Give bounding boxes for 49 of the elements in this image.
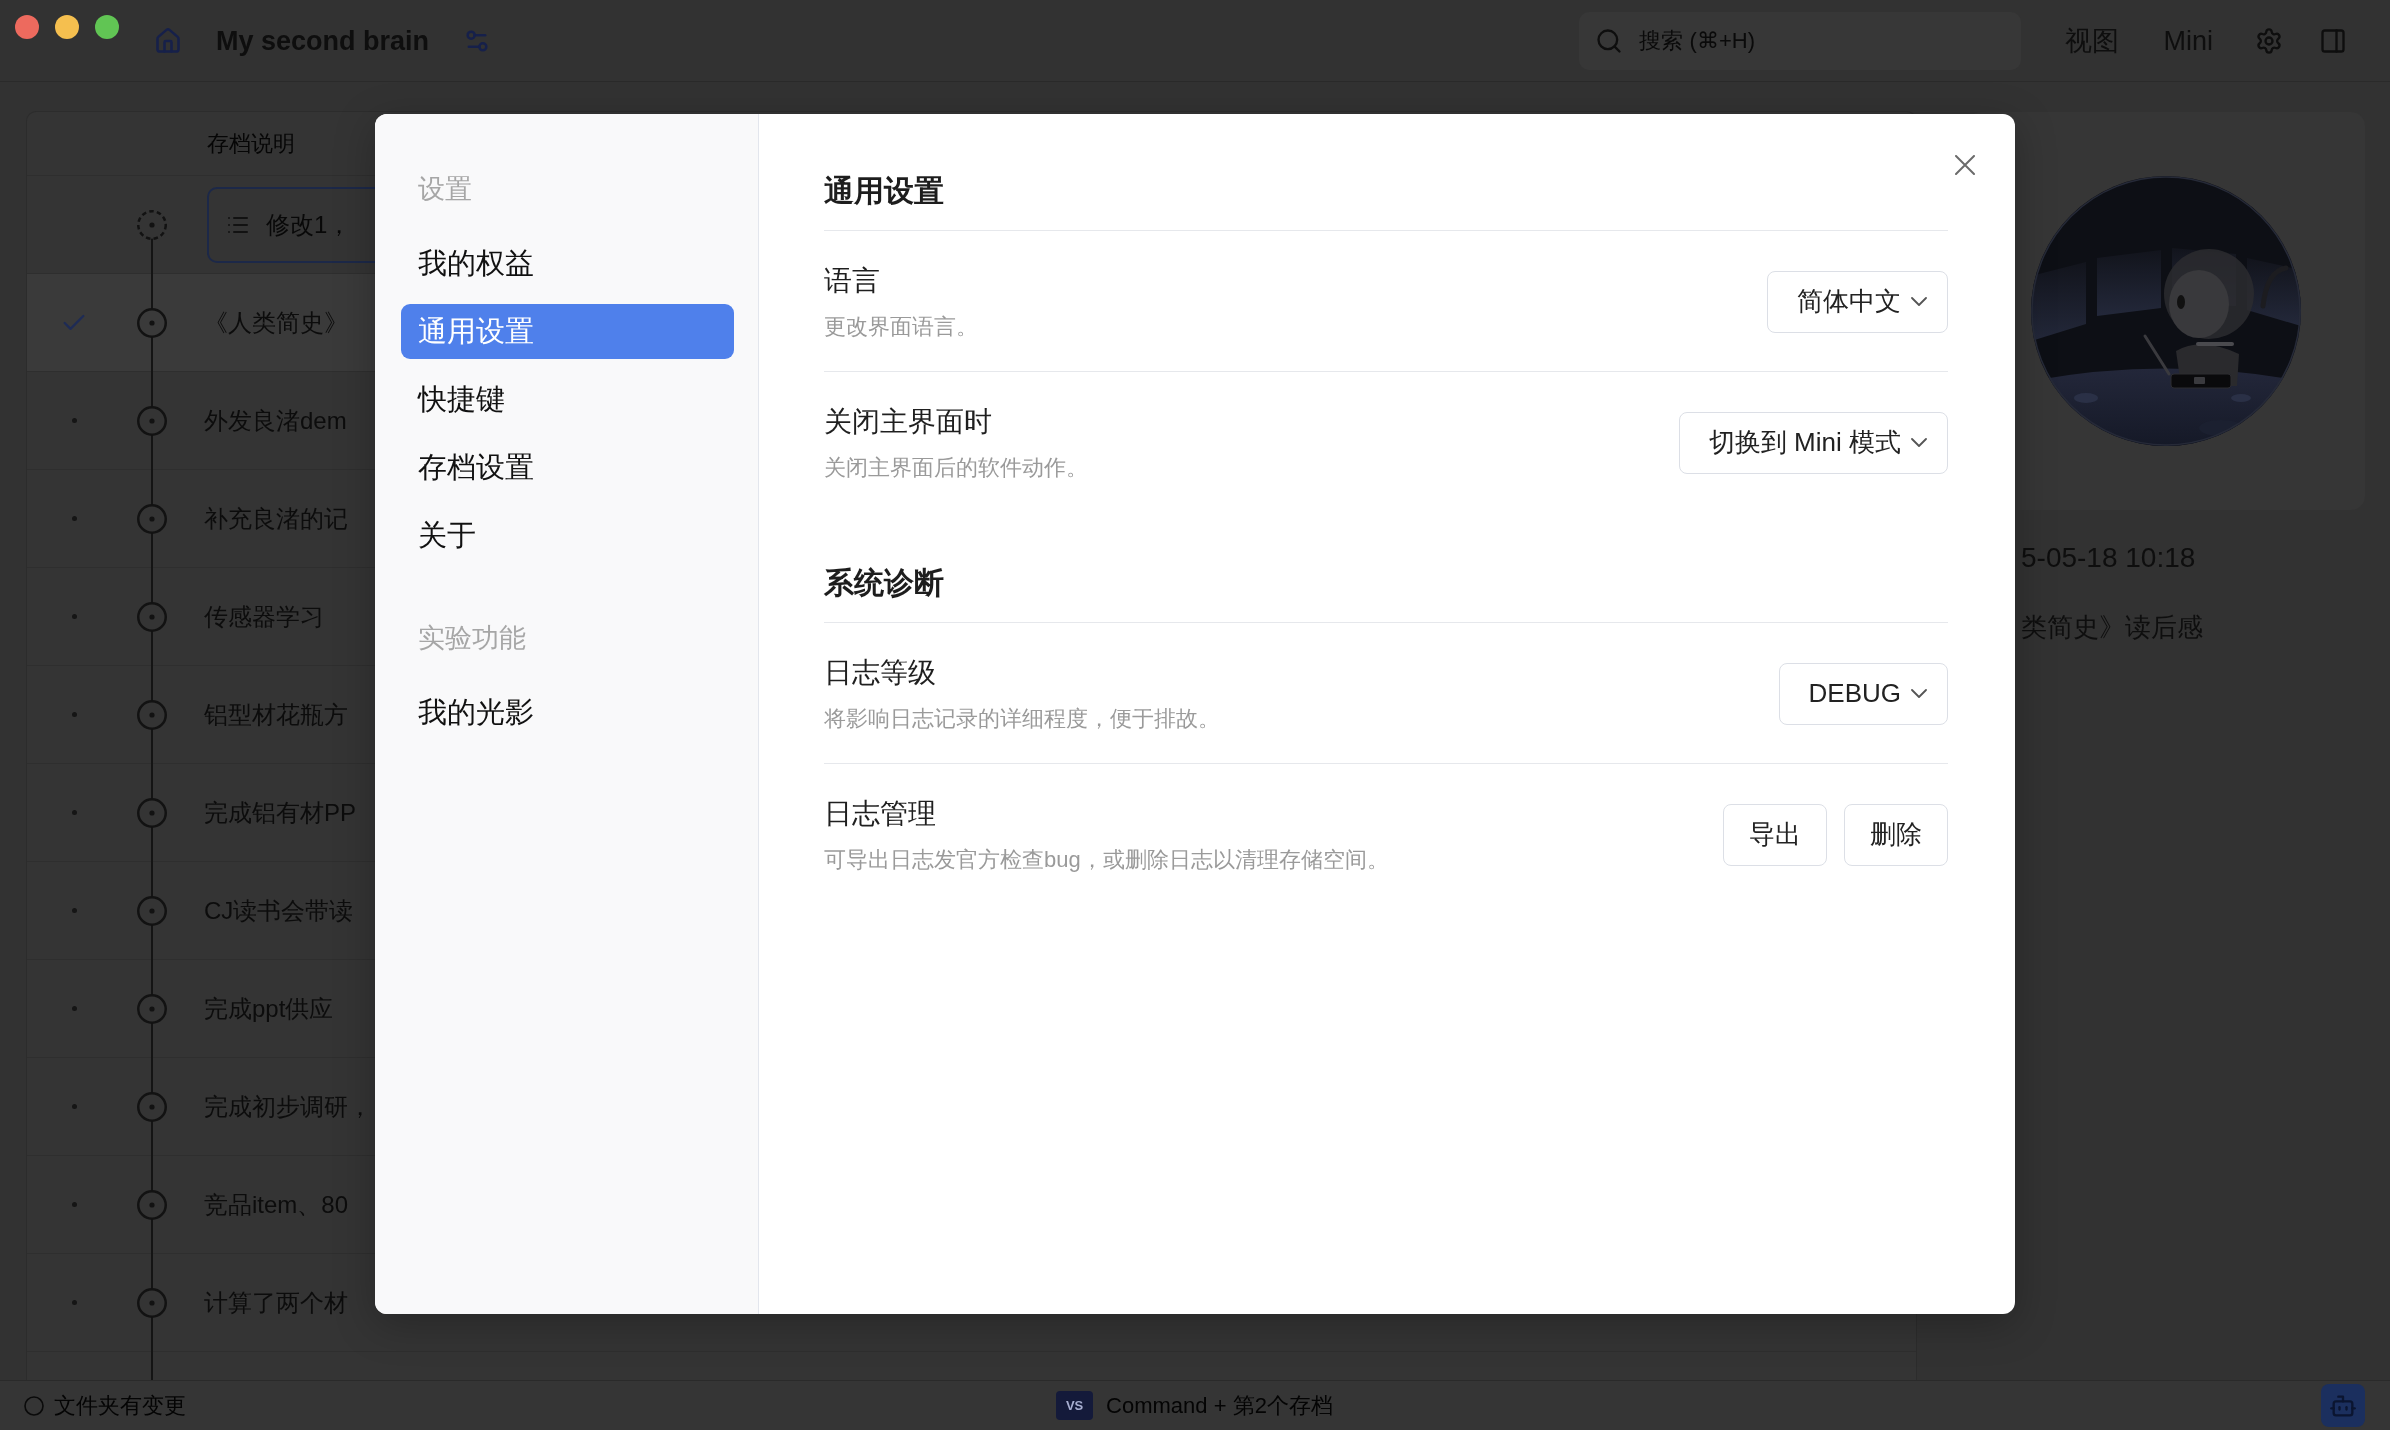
close-icon[interactable] xyxy=(1955,155,1975,175)
select-dropdown[interactable]: 切换到 Mini 模式 xyxy=(1678,411,1948,474)
search-icon xyxy=(1595,26,1624,55)
timeline-node-icon xyxy=(137,699,167,730)
app-badge: VS xyxy=(1056,1391,1094,1420)
timeline-node-icon xyxy=(137,405,167,436)
select-dropdown[interactable]: DEBUG xyxy=(1778,662,1948,725)
timeline-node-icon xyxy=(137,1091,167,1122)
nav-item[interactable]: 通用设置 xyxy=(401,304,734,359)
nav-item[interactable]: 快捷键 xyxy=(401,372,734,427)
section-title: 通用设置 xyxy=(824,171,1948,231)
nav-item[interactable]: 我的光影 xyxy=(401,685,734,740)
section-title: 系统诊断 xyxy=(824,563,1948,623)
chevron-down-icon xyxy=(1911,438,1927,447)
timeline-node-icon xyxy=(137,895,167,926)
nav-heading: 实验功能 xyxy=(417,622,527,655)
timeline-node-icon xyxy=(137,503,167,534)
setting-description: 关闭主界面后的软件动作。 xyxy=(824,454,1088,482)
timeline-node-icon xyxy=(137,307,167,338)
home-icon[interactable] xyxy=(154,26,182,55)
nav-item[interactable]: 关于 xyxy=(401,508,734,563)
nav-item[interactable]: 我的权益 xyxy=(401,236,734,291)
setting-title: 日志等级 xyxy=(824,656,936,690)
minimize-window-button[interactable] xyxy=(55,15,79,39)
setting-title: 语言 xyxy=(824,264,880,298)
timeline-node-icon xyxy=(137,1287,167,1318)
timeline-node-icon xyxy=(137,993,167,1024)
timeline-node-icon xyxy=(137,601,167,632)
setting-description: 将影响日志记录的详细程度，便于排故。 xyxy=(824,705,1220,733)
action-button[interactable]: 导出 xyxy=(1723,803,1827,866)
setting-description: 可导出日志发官方检查bug，或删除日志以清理存储空间。 xyxy=(824,846,1389,874)
nav-item[interactable]: 存档设置 xyxy=(401,440,734,495)
chevron-down-icon xyxy=(1911,297,1927,306)
chevron-down-icon xyxy=(1911,689,1927,698)
settings-icon[interactable] xyxy=(2255,26,2283,55)
select-dropdown[interactable]: 简体中文 xyxy=(1767,270,1948,333)
panel-icon[interactable] xyxy=(2319,26,2347,55)
robot-icon[interactable] xyxy=(2321,1384,2365,1427)
action-button[interactable]: 删除 xyxy=(1844,803,1948,866)
timeline-node-icon xyxy=(137,797,167,828)
close-window-button[interactable] xyxy=(15,15,39,39)
setting-title: 关闭主界面时 xyxy=(824,405,992,439)
setting-description: 更改界面语言。 xyxy=(824,313,978,341)
setting-title: 日志管理 xyxy=(824,797,936,831)
nav-heading: 设置 xyxy=(417,173,473,206)
status-circle-icon xyxy=(24,1395,44,1416)
timeline-node-icon xyxy=(137,1189,167,1220)
zoom-window-button[interactable] xyxy=(95,15,119,39)
dashed-circle-icon xyxy=(137,209,167,240)
